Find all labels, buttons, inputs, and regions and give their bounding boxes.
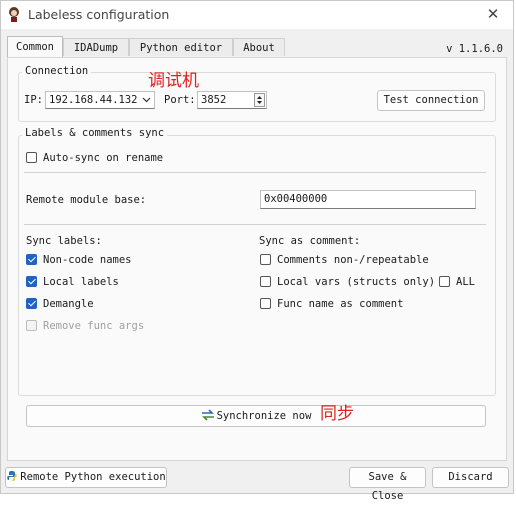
labeless-logo-icon [9,7,19,22]
remote-python-label: Remote Python execution [20,471,166,483]
discard-button[interactable]: Discard [432,467,509,488]
local-labels-label[interactable]: Local labels [43,276,119,288]
remote-base-value: 0x00400000 [264,193,328,205]
title-bar: Labeless configuration ✕ [1,1,513,29]
local-labels-checkbox[interactable] [26,276,37,287]
labels-sync-group-title: Labels & comments sync [22,127,168,139]
remove-func-args-checkbox [26,320,37,331]
remove-func-args-label: Remove func args [43,320,145,332]
auto-sync-checkbox[interactable] [26,152,37,163]
debugger-annotation: 调试机 [148,71,199,91]
port-label: Port: [164,94,196,106]
connection-group-title: Connection [22,65,92,77]
tab-python-editor[interactable]: Python editor [129,38,233,56]
non-code-names-label[interactable]: Non-code names [43,254,132,266]
all-checkbox[interactable] [439,276,450,287]
separator [24,172,486,173]
save-close-button[interactable]: Save & Close [349,467,426,502]
demangle-label[interactable]: Demangle [43,298,94,310]
test-connection-button[interactable]: Test connection [377,90,485,111]
tab-idadump[interactable]: IDADump [63,38,129,56]
chevron-down-icon[interactable] [142,97,151,103]
synchronize-label: Synchronize now [216,410,312,422]
non-code-names-checkbox[interactable] [26,254,37,265]
demangle-checkbox[interactable] [26,298,37,309]
auto-sync-label[interactable]: Auto-sync on rename [43,152,163,164]
common-tab-page: Connection 调试机 IP: 192.168.44.132 Port: … [7,57,507,461]
sync-arrows-icon [201,409,214,421]
port-value: 3852 [201,94,227,106]
all-label[interactable]: ALL [456,276,475,288]
tab-about[interactable]: About [233,38,285,56]
close-icon[interactable]: ✕ [483,4,503,24]
remote-base-input[interactable]: 0x00400000 [260,190,476,209]
python-icon [7,471,18,481]
stepper-arrows-icon[interactable] [255,94,264,106]
sync-labels-title: Sync labels: [26,235,102,247]
sync-as-comment-title: Sync as comment: [259,235,361,247]
comments-non-repeatable-label[interactable]: Comments non-/repeatable [277,254,429,266]
remote-python-button[interactable]: Remote Python execution [5,467,167,488]
comments-non-repeatable-checkbox[interactable] [260,254,271,265]
func-name-label[interactable]: Func name as comment [277,298,403,310]
config-dialog: Labeless configuration ✕ Common IDADump … [0,0,514,502]
sync-annotation: 同步 [320,404,354,424]
ip-value: 192.168.44.132 [49,94,138,106]
port-stepper[interactable] [254,93,265,107]
synchronize-button[interactable]: Synchronize now [26,405,486,427]
local-vars-label[interactable]: Local vars (structs only) [277,276,435,288]
ip-label: IP: [24,94,43,106]
port-spinbox[interactable]: 3852 [197,91,267,109]
version-label: v 1.1.6.0 [446,43,503,55]
tab-common[interactable]: Common [7,36,63,58]
remote-base-label: Remote module base: [26,194,147,206]
ip-combobox[interactable]: 192.168.44.132 [45,91,155,109]
local-vars-checkbox[interactable] [260,276,271,287]
func-name-checkbox[interactable] [260,298,271,309]
separator [24,224,486,225]
window-title: Labeless configuration [28,7,170,22]
